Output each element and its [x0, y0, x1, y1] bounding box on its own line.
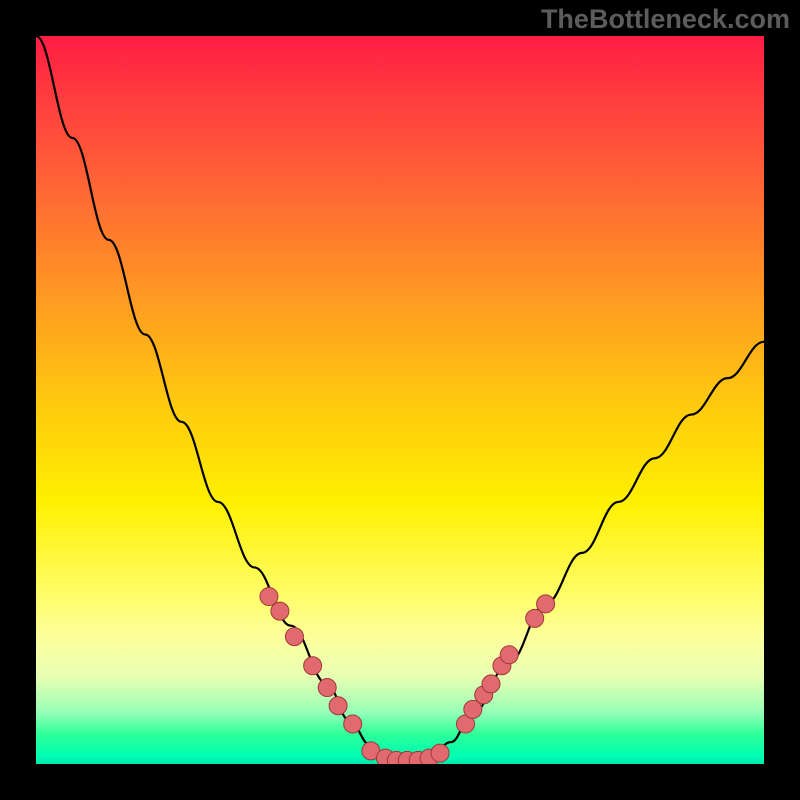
data-point — [344, 715, 362, 733]
data-markers — [260, 588, 555, 764]
data-point — [500, 646, 518, 664]
data-point — [431, 744, 449, 762]
data-point — [329, 697, 347, 715]
data-point — [304, 657, 322, 675]
chart-plot-area — [36, 36, 764, 764]
data-point — [537, 595, 555, 613]
source-watermark: TheBottleneck.com — [541, 4, 790, 35]
data-point — [482, 675, 500, 693]
chart-svg — [36, 36, 764, 764]
data-point — [271, 602, 289, 620]
data-point — [318, 679, 336, 697]
data-point — [285, 628, 303, 646]
bottleneck-curve — [36, 36, 764, 764]
